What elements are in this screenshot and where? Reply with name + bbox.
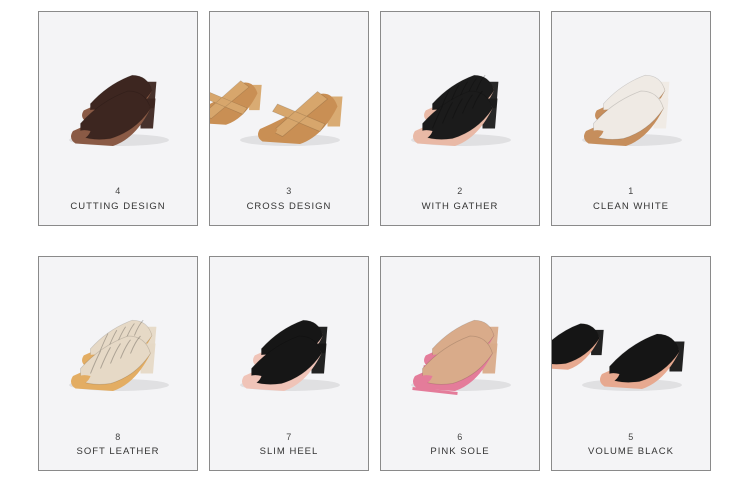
product-image [381, 12, 539, 162]
product-card-soft-leather[interactable]: 8 SOFT LEATHER [38, 256, 198, 471]
product-name: CLEAN WHITE [593, 201, 669, 212]
product-number: 7 [286, 432, 292, 442]
product-image [39, 257, 197, 407]
product-name: SOFT LEATHER [76, 446, 160, 457]
product-name: WITH GATHER [421, 201, 499, 212]
product-number: 5 [628, 432, 634, 442]
product-card-cutting-design[interactable]: 4 CUTTING DESIGN [38, 11, 198, 226]
product-number: 4 [115, 186, 121, 196]
product-image [552, 12, 710, 162]
product-grid: 4 CUTTING DESIGN 3 CROSS DESIGN 2 WITH G… [0, 0, 751, 478]
product-name: PINK SOLE [430, 446, 490, 457]
product-image [381, 257, 539, 407]
product-card-with-gather[interactable]: 2 WITH GATHER [380, 11, 540, 226]
product-card-pink-sole[interactable]: 6 PINK SOLE [380, 256, 540, 471]
product-number: 3 [286, 186, 292, 196]
product-card-clean-white[interactable]: 1 CLEAN WHITE [551, 11, 711, 226]
product-image [39, 12, 197, 162]
product-image [552, 257, 710, 407]
product-number: 6 [457, 432, 463, 442]
product-name: SLIM HEEL [259, 446, 319, 457]
product-number: 8 [115, 432, 121, 442]
product-name: VOLUME BLACK [588, 446, 674, 457]
product-card-slim-heel[interactable]: 7 SLIM HEEL [209, 256, 369, 471]
product-name: CROSS DESIGN [246, 201, 332, 212]
product-image [210, 12, 368, 162]
product-card-volume-black[interactable]: 5 VOLUME BLACK [551, 256, 711, 471]
product-image [210, 257, 368, 407]
product-number: 2 [457, 186, 463, 196]
product-card-cross-design[interactable]: 3 CROSS DESIGN [209, 11, 369, 226]
product-name: CUTTING DESIGN [70, 201, 166, 212]
product-number: 1 [628, 186, 634, 196]
